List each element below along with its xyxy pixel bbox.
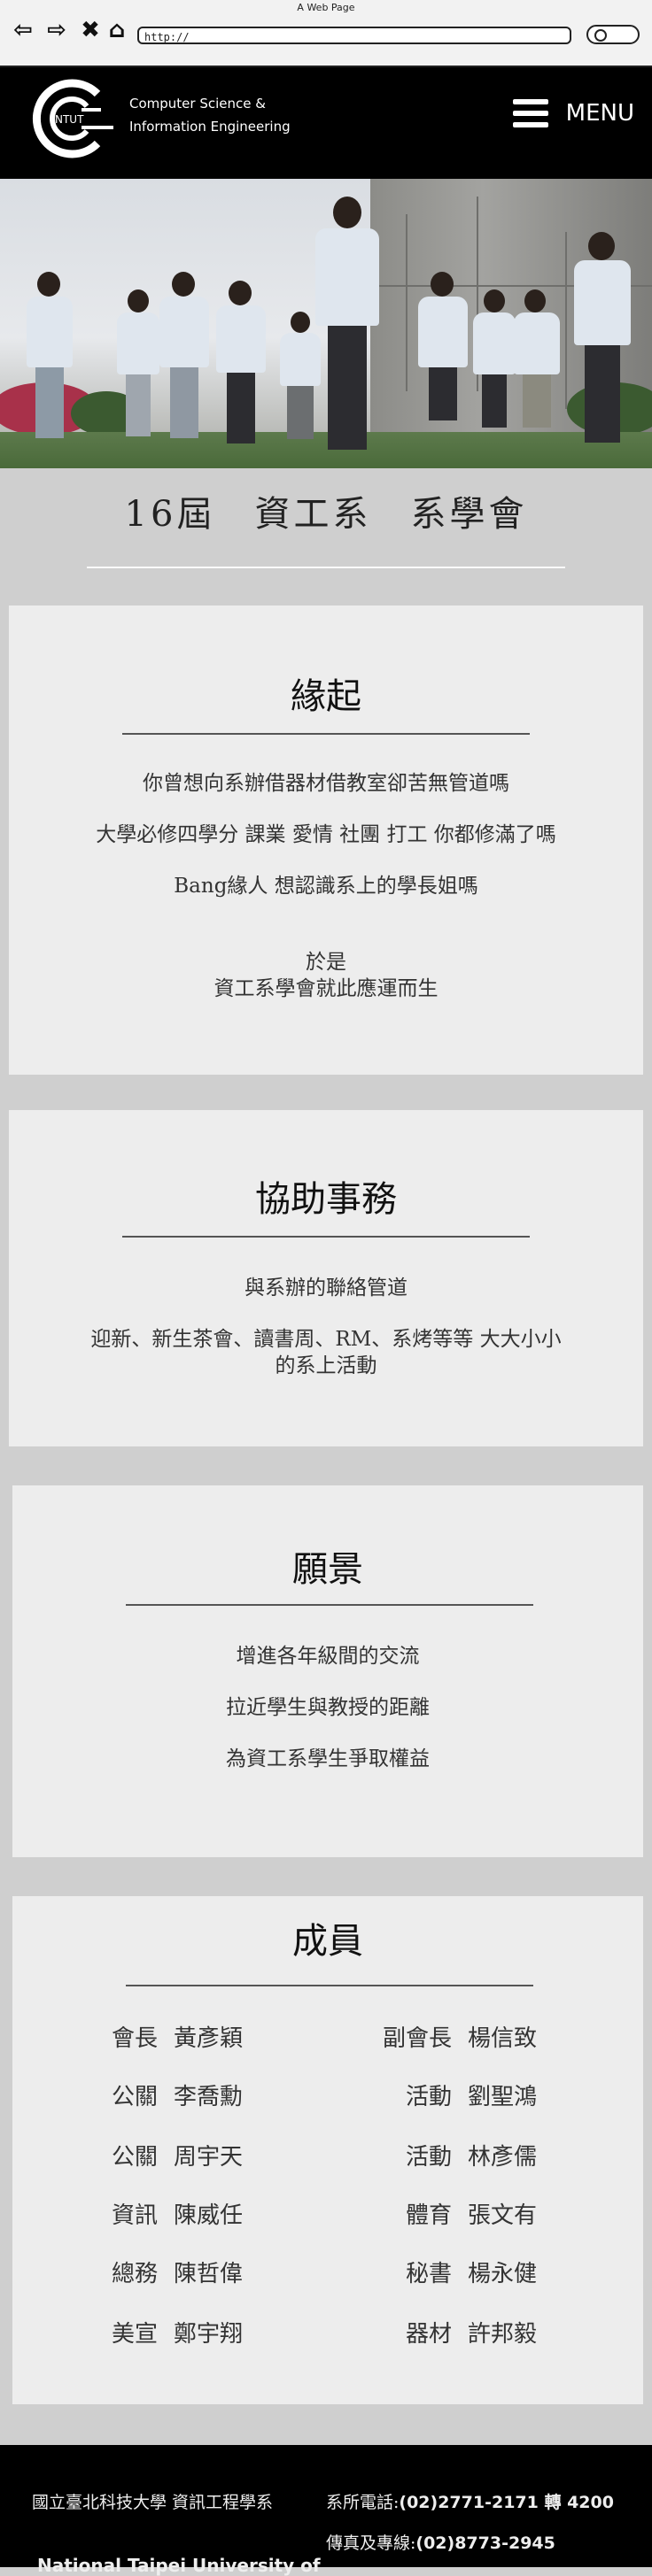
site-footer: 國立臺北科技大學 資訊工程學系 系所電話:(02)2771-2171 轉 420… <box>0 2445 652 2576</box>
member-row: 資訊 陳威任 體育 張文有 <box>112 2202 537 2229</box>
back-arrow-icon[interactable]: ⇦ <box>11 18 35 42</box>
origin-line: 你曾想向系辦借器材借教室卻苦無管道嗎 <box>143 772 509 795</box>
origin-line: 大學必修四學分 課業 愛情 社團 打工 你都修滿了嗎 <box>96 823 556 846</box>
vision-line: 增進各年級間的交流 <box>236 1645 420 1668</box>
vision-line: 拉近學生與教授的距離 <box>226 1696 430 1719</box>
footer-university-en: National Taipei University of <box>37 2555 321 2576</box>
window-title: A Web Page <box>297 2 355 13</box>
search-icon <box>594 29 607 42</box>
menu-label: MENU <box>565 100 634 127</box>
department-brand: Computer Science & Information Engineeri… <box>129 92 291 138</box>
close-icon[interactable]: ✖ <box>78 18 103 42</box>
hamburger-icon <box>512 99 548 127</box>
brand-line-2: Information Engineering <box>129 119 291 135</box>
site-header: NTUT Computer Science & Information Engi… <box>0 67 652 179</box>
ntut-logo[interactable]: NTUT <box>28 74 117 163</box>
vision-divider <box>126 1604 533 1606</box>
footer-phone: 系所電話:(02)2771-2171 轉 4200 <box>326 2493 614 2512</box>
origin-section: 緣起 你曾想向系辦借器材借教室卻苦無管道嗎 大學必修四學分 課業 愛情 社團 打… <box>9 605 643 1075</box>
members-section: 成員 會長 黃彥穎 副會長 楊信致 公關 李喬勳 活動 劉聖鴻 公關 周宇天 活動 林彥儒 … <box>12 1896 643 2404</box>
origin-divider <box>122 733 530 735</box>
vision-heading: 願景 <box>292 1549 363 1590</box>
origin-line: 於是 <box>306 951 346 974</box>
brand-line-1: Computer Science & <box>129 96 266 112</box>
affairs-line: 迎新、新生茶會、讀書周、RM、系烤等等 大大小小 <box>90 1328 562 1351</box>
hero-group-photo <box>0 179 652 468</box>
menu-button[interactable]: MENU <box>512 99 634 127</box>
member-row: 總務 陳哲偉 秘書 楊永健 <box>112 2261 537 2287</box>
grass-ground <box>0 432 652 468</box>
browser-chrome: A Web Page ⇦ ⇨ ✖ ⌂ http:// <box>0 0 652 67</box>
footer-department: 國立臺北科技大學 資訊工程學系 <box>32 2493 274 2512</box>
members-heading: 成員 <box>292 1921 363 1962</box>
search-button[interactable] <box>586 25 640 44</box>
address-bar[interactable]: http:// <box>137 27 571 44</box>
member-row: 會長 黃彥穎 副會長 楊信致 <box>112 2025 537 2052</box>
footer-fax: 傳真及專線:(02)8773-2945 <box>326 2534 555 2553</box>
affairs-line: 的系上活動 <box>275 1354 377 1377</box>
member-row: 公關 李喬勳 活動 劉聖鴻 <box>112 2084 537 2110</box>
origin-line: 資工系學會就此應運而生 <box>213 977 439 1000</box>
affairs-line: 與系辦的聯絡管道 <box>244 1276 408 1300</box>
title-divider <box>87 567 565 568</box>
affairs-divider <box>122 1236 530 1238</box>
origin-line: Bang緣人 想認識系上的學長姐嗎 <box>174 875 478 898</box>
home-icon[interactable]: ⌂ <box>105 18 129 42</box>
origin-heading: 緣起 <box>291 676 361 717</box>
forward-arrow-icon[interactable]: ⇨ <box>44 18 69 42</box>
page-title: 16屆 資工系 系學會 <box>124 494 528 535</box>
vision-section: 願景 增進各年級間的交流 拉近學生與教授的距離 為資工系學生爭取權益 <box>12 1485 643 1857</box>
footer-contact: 系所電話:(02)2771-2171 轉 4200 傳真及專線:(02)8773… <box>326 2482 614 2564</box>
member-row: 公關 周宇天 活動 林彥儒 <box>112 2144 537 2171</box>
vision-line: 為資工系學生爭取權益 <box>226 1747 430 1770</box>
member-row: 美宣 鄭宇翔 器材 許邦毅 <box>112 2321 537 2348</box>
affairs-heading: 協助事務 <box>255 1179 397 1220</box>
affairs-section: 協助事務 與系辦的聯絡管道 迎新、新生茶會、讀書周、RM、系烤等等 大大小小 的… <box>9 1110 643 1446</box>
members-divider <box>126 1985 533 1986</box>
svg-text:NTUT: NTUT <box>55 113 84 126</box>
